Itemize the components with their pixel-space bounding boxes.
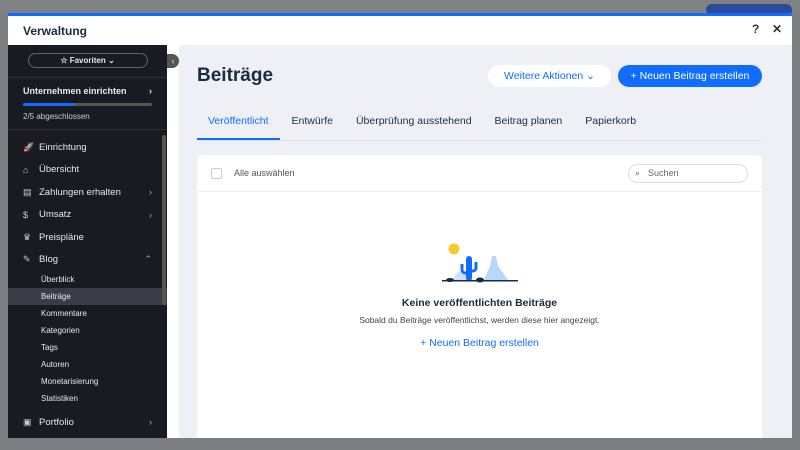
tab[interactable]: Beitrag planen (484, 108, 574, 140)
sidebar-item-label: Einrichtung (39, 141, 87, 153)
empty-subtitle: Sobald du Beiträge veröffentlichst, werd… (359, 315, 600, 325)
sidebar-item[interactable]: ⌂ Übersicht (8, 159, 167, 182)
blog-subitem[interactable]: Statistiken (8, 390, 167, 407)
management-modal: Verwaltung ? ✕ ☆ Favoriten ⌄ Unternehmen… (8, 13, 792, 438)
tabs: Veröffentlicht Entwürfe Überprüfung ausste… (197, 108, 762, 141)
sidebar-item-label: Preispläne (39, 231, 84, 243)
sidebar-item[interactable]: 🚀 Einrichtung (8, 136, 167, 159)
help-icon[interactable]: ? (752, 22, 759, 36)
nav-icon: ⌂ (23, 164, 29, 175)
sidebar-scrollbar[interactable] (162, 135, 166, 305)
create-post-link[interactable]: + Neuen Beitrag erstellen (197, 337, 762, 349)
sidebar-item-portfolio[interactable]: ▣ Portfolio › (8, 411, 167, 434)
empty-title: Keine veröffentlichten Beiträge (401, 297, 558, 309)
background-header (0, 0, 800, 13)
sidebar-item-label: Blog (39, 254, 59, 266)
modal-title: Verwaltung (23, 23, 88, 38)
blog-subitem[interactable]: Überblick (8, 271, 167, 288)
nav-icon: $ (23, 209, 29, 220)
chevron-icon: › (149, 187, 152, 198)
select-all-label: Alle auswählen (234, 168, 295, 178)
close-icon[interactable]: ✕ (772, 22, 782, 36)
collapse-sidebar-button[interactable]: ‹ (167, 54, 179, 68)
sidebar-item[interactable]: ✎ Blog ⌃ (8, 249, 167, 272)
chevron-icon: ⌃ (144, 254, 152, 265)
tab[interactable]: Veröffentlicht (197, 108, 280, 140)
blog-subitem[interactable]: Kommentare (8, 305, 167, 322)
progress-bar (23, 103, 152, 106)
nav-icon: ▤ (23, 186, 32, 197)
search-input[interactable]: Suchen (628, 163, 748, 183)
modal-header: Verwaltung ? ✕ (8, 16, 792, 45)
chevron-icon: › (149, 209, 152, 220)
blog-subitem[interactable]: Beiträge (8, 288, 167, 305)
blog-subitem[interactable]: Monetarisierung (8, 373, 167, 390)
empty-state: Keine veröffentlichten Beiträge Sobald d… (197, 192, 762, 349)
setup-status: 2/5 abgeschlossen (23, 112, 90, 121)
sidebar-item[interactable]: ♛ Preispläne (8, 226, 167, 249)
nav-icon: 🚀 (23, 141, 35, 152)
chevron-right-icon: › (149, 86, 152, 96)
desert-illustration-icon (441, 243, 518, 283)
sidebar-item-label: Zahlungen erhalten (39, 186, 121, 198)
tab[interactable]: Überprüfung ausstehend (345, 108, 483, 140)
sidebar-item-label: Portfolio (39, 416, 74, 428)
more-actions-button[interactable]: Weitere Aktionen ⌄ (488, 65, 611, 87)
portfolio-icon: ▣ (23, 416, 32, 427)
nav-icon: ✎ (23, 254, 31, 265)
setup-progress[interactable]: Unternehmen einrichten › 2/5 abgeschlosse… (8, 78, 167, 129)
sidebar-item-label: Übersicht (39, 164, 80, 176)
sidebar-item-label: Umsatz (39, 209, 72, 221)
setup-title: Unternehmen einrichten (23, 86, 127, 96)
posts-card: Alle auswählen Suchen Keine veröffentlic… (197, 155, 762, 438)
sidebar: ☆ Favoriten ⌄ Unternehmen einrichten › 2/… (8, 45, 167, 438)
favorites-button[interactable]: ☆ Favoriten ⌄ (27, 53, 148, 68)
blog-subitem[interactable]: Autoren (8, 356, 167, 373)
sidebar-item[interactable]: $ Umsatz › (8, 204, 167, 227)
tab[interactable]: Papierkorb (574, 108, 647, 140)
new-post-button[interactable]: + Neuen Beitrag erstellen (618, 65, 762, 87)
page-title: Beiträge (197, 65, 274, 86)
select-all-checkbox[interactable] (211, 167, 222, 179)
blog-subitem[interactable]: Kategorien (8, 322, 167, 339)
sidebar-item[interactable]: ▤ Zahlungen erhalten › (8, 181, 167, 204)
nav-icon: ♛ (23, 231, 32, 242)
blog-subitem[interactable]: Tags (8, 339, 167, 356)
chevron-right-icon: › (149, 417, 152, 428)
tab[interactable]: Entwürfe (281, 108, 344, 140)
main-content: Beiträge Weitere Aktionen ⌄ + Neuen Beit… (179, 45, 792, 438)
divider (8, 129, 167, 130)
